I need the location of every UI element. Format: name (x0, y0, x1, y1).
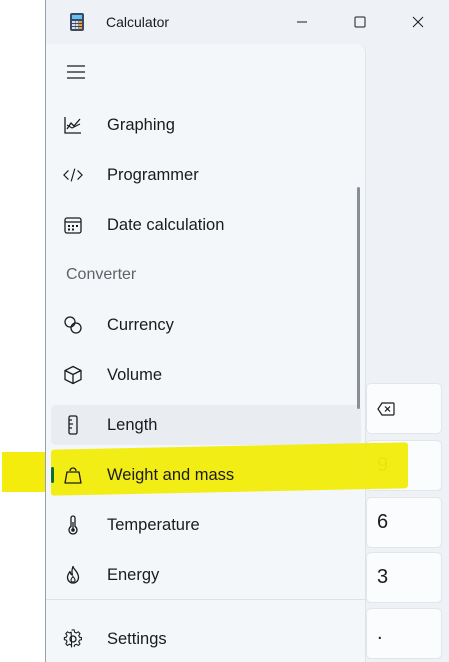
nav-item-length[interactable]: Length (51, 405, 361, 445)
nav-item-label: Weight and mass (107, 466, 235, 484)
nav-item-label: Volume (107, 366, 163, 384)
graph-icon (63, 115, 83, 135)
nav-item-label: Graphing (107, 116, 175, 134)
close-button[interactable] (398, 8, 438, 36)
nav-item-settings[interactable]: Settings (51, 619, 361, 659)
nav-item-energy[interactable]: Energy (51, 555, 361, 595)
nav-item-label: Length (107, 416, 158, 434)
code-icon (63, 165, 83, 185)
maximize-icon (354, 16, 366, 28)
window-title: Calculator (106, 14, 170, 30)
nav-scrollbar[interactable] (357, 187, 360, 409)
currency-icon (63, 315, 83, 335)
title-bar[interactable]: Calculator (46, 0, 449, 44)
nav-item-graphing[interactable]: Graphing (51, 105, 361, 145)
converter-section-header: Converter (66, 266, 137, 283)
gear-icon (63, 629, 83, 649)
calculator-app-icon (70, 13, 84, 31)
minimize-icon (297, 21, 307, 23)
hamburger-menu-icon (67, 65, 85, 79)
calendar-icon (63, 215, 83, 235)
digit-key-9[interactable]: 9 (366, 440, 442, 491)
decimal-key[interactable]: . (366, 608, 442, 659)
ruler-icon (63, 415, 83, 435)
nav-item-label: Date calculation (107, 216, 225, 234)
digit-key-6[interactable]: 6 (366, 497, 442, 548)
nav-item-label: Settings (107, 630, 167, 648)
close-icon (412, 16, 424, 28)
nav-item-label: Temperature (107, 516, 200, 534)
cube-icon (63, 365, 83, 385)
nav-item-currency[interactable]: Currency (51, 305, 361, 345)
nav-item-label: Currency (107, 316, 174, 334)
digit-key-3[interactable]: 3 (366, 552, 442, 603)
nav-item-label: Programmer (107, 166, 199, 184)
backspace-icon (377, 401, 395, 416)
nav-divider (46, 599, 366, 600)
nav-item-weight-and-mass[interactable]: Weight and mass (51, 455, 361, 495)
weight-icon (63, 465, 83, 485)
nav-item-volume[interactable]: Volume (51, 355, 361, 395)
menu-button[interactable] (56, 52, 96, 92)
nav-item-programmer[interactable]: Programmer (51, 155, 361, 195)
nav-item-date-calculation[interactable]: Date calculation (51, 205, 361, 245)
nav-item-label: Energy (107, 566, 160, 584)
calculator-window: Calculator 9 6 3 . Graphing Programmer D… (45, 0, 449, 662)
backspace-key[interactable] (366, 383, 442, 434)
maximize-button[interactable] (340, 8, 380, 36)
screen: Calculator 9 6 3 . Graphing Programmer D… (0, 0, 449, 662)
selection-indicator (51, 467, 54, 483)
thermometer-icon (63, 515, 83, 535)
flame-icon (63, 565, 83, 585)
nav-item-temperature[interactable]: Temperature (51, 505, 361, 545)
minimize-button[interactable] (282, 8, 322, 36)
